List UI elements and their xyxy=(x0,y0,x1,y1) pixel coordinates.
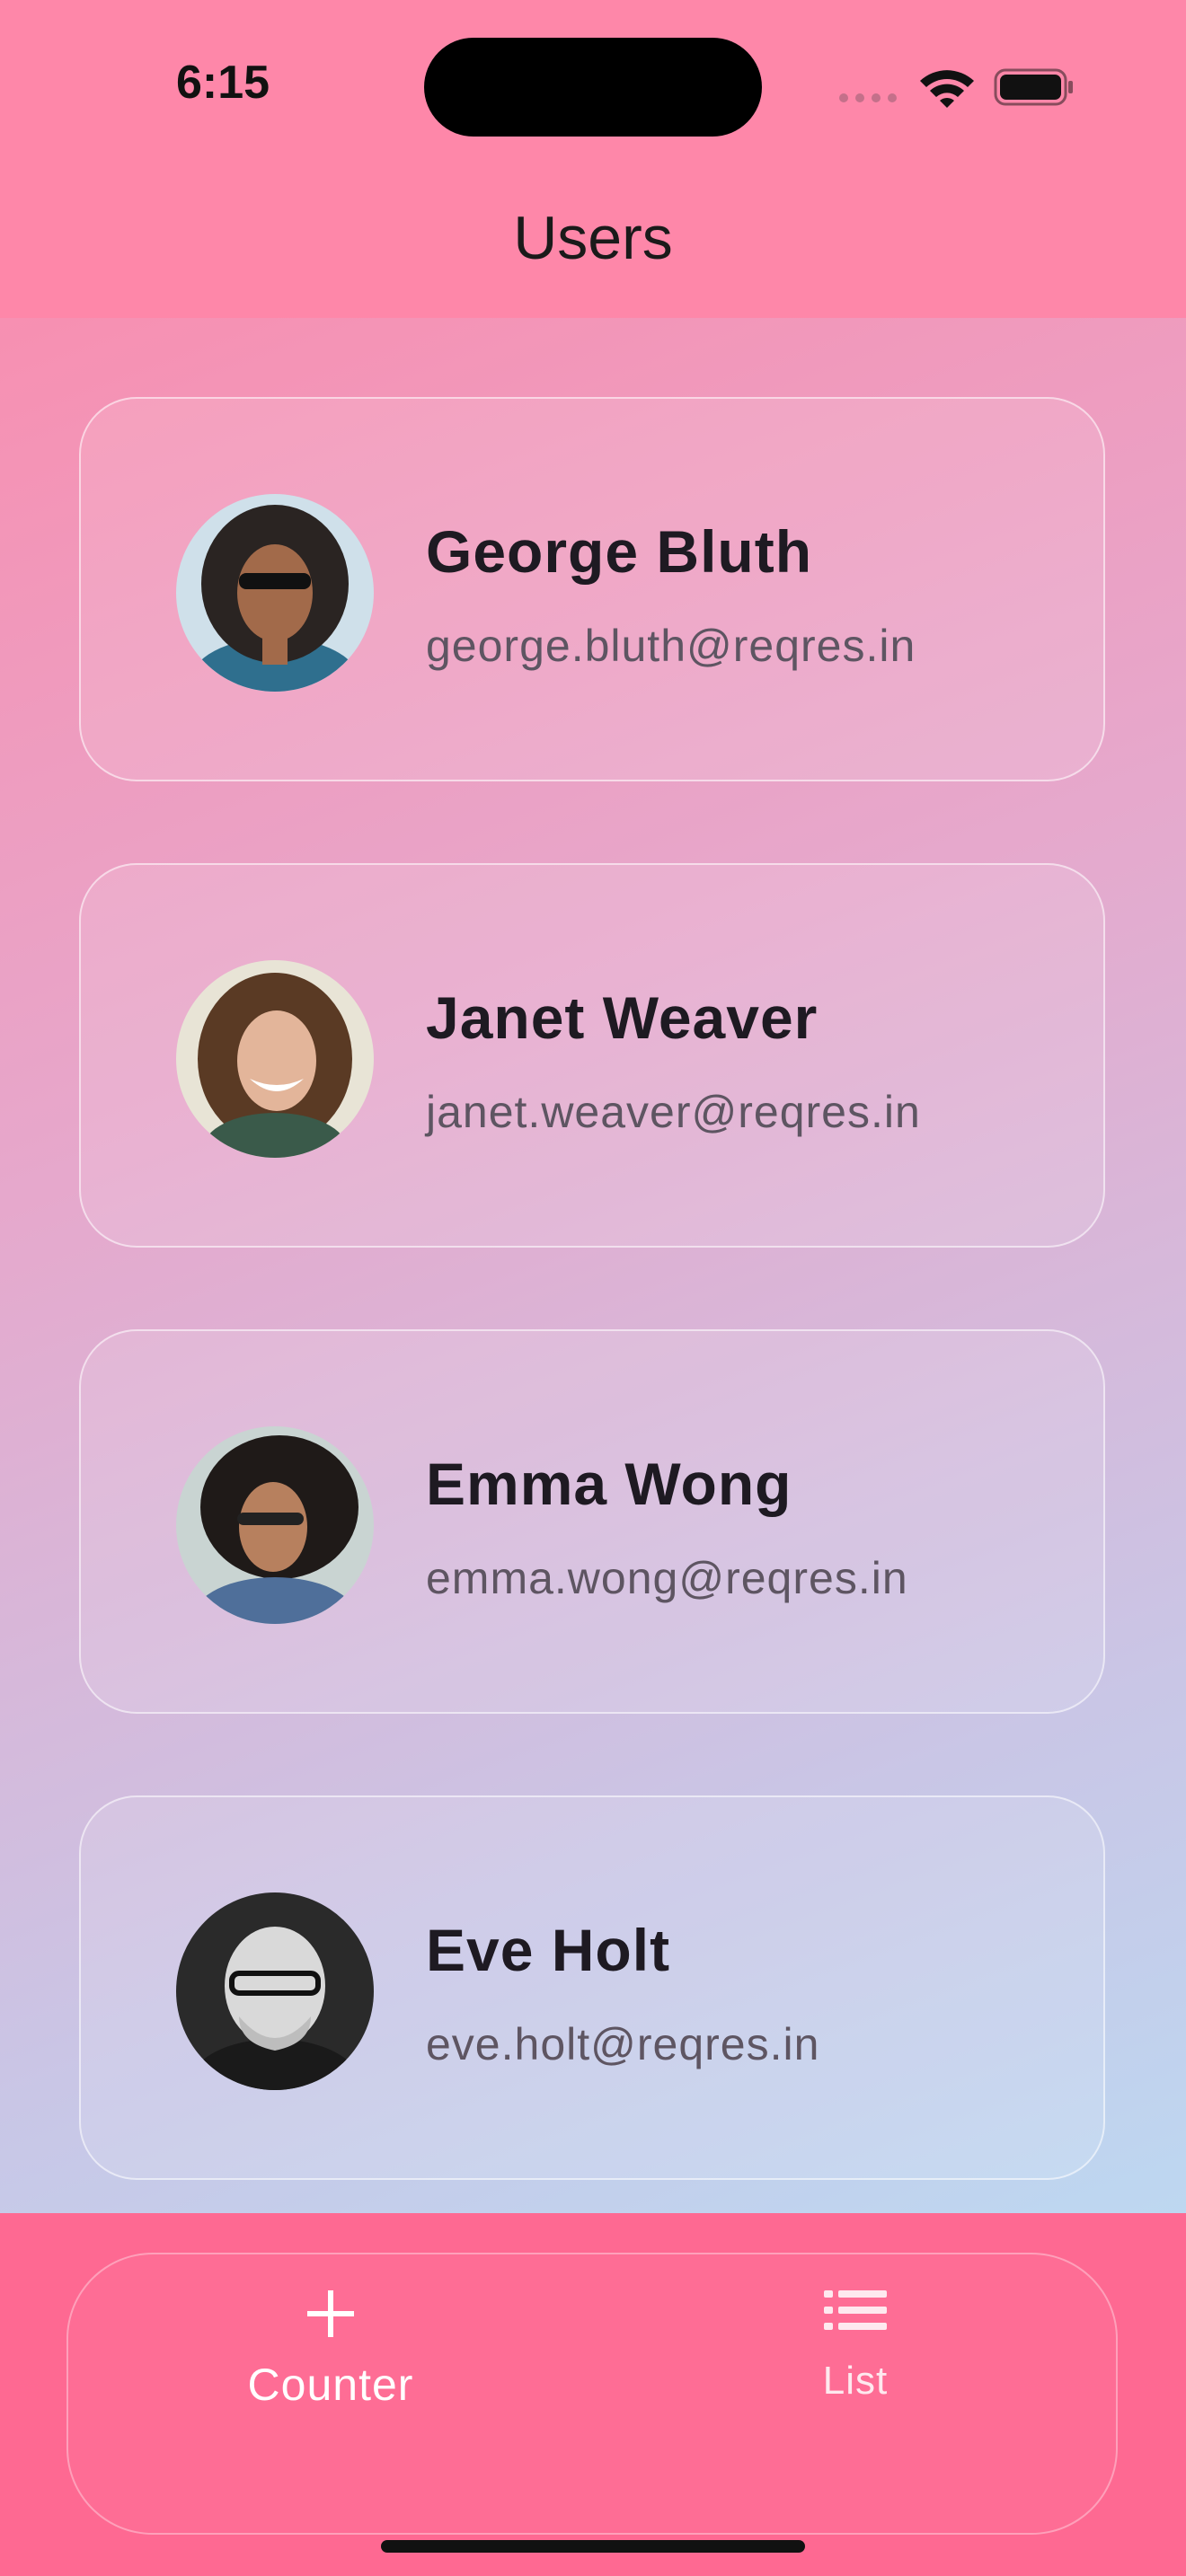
user-email: george.bluth@reqres.in xyxy=(426,621,916,671)
wifi-icon xyxy=(920,70,974,108)
cellular-signal-icon xyxy=(839,93,897,102)
user-email: janet.weaver@reqres.in xyxy=(426,1087,921,1137)
avatar xyxy=(176,960,374,1158)
home-indicator[interactable] xyxy=(381,2540,805,2553)
dynamic-island xyxy=(424,38,762,137)
user-name: Janet Weaver xyxy=(426,984,819,1051)
user-card[interactable]: George Bluth george.bluth@reqres.in xyxy=(79,397,1105,781)
user-email: eve.holt@reqres.in xyxy=(426,2019,820,2069)
user-card[interactable]: Janet Weaver janet.weaver@reqres.in xyxy=(79,863,1105,1248)
nav-item-counter[interactable]: Counter xyxy=(196,2289,465,2411)
nav-label-counter: Counter xyxy=(247,2360,414,2410)
user-card[interactable]: Emma Wong emma.wong@reqres.in xyxy=(79,1329,1105,1714)
status-time: 6:15 xyxy=(176,57,270,109)
user-name: Eve Holt xyxy=(426,1917,671,1983)
user-email: emma.wong@reqres.in xyxy=(426,1553,908,1603)
avatar xyxy=(176,1892,374,2090)
avatar xyxy=(176,494,374,692)
list-icon xyxy=(824,2290,887,2330)
avatar xyxy=(176,1426,374,1624)
page-title: Users xyxy=(513,204,673,272)
plus-icon xyxy=(307,2290,354,2337)
user-name: George Bluth xyxy=(426,518,813,585)
user-card[interactable]: Eve Holt eve.holt@reqres.in xyxy=(79,1795,1105,2180)
nav-item-list[interactable]: List xyxy=(721,2289,990,2404)
user-name: Emma Wong xyxy=(426,1451,792,1517)
battery-icon xyxy=(994,68,1073,106)
nav-label-list: List xyxy=(822,2359,889,2403)
